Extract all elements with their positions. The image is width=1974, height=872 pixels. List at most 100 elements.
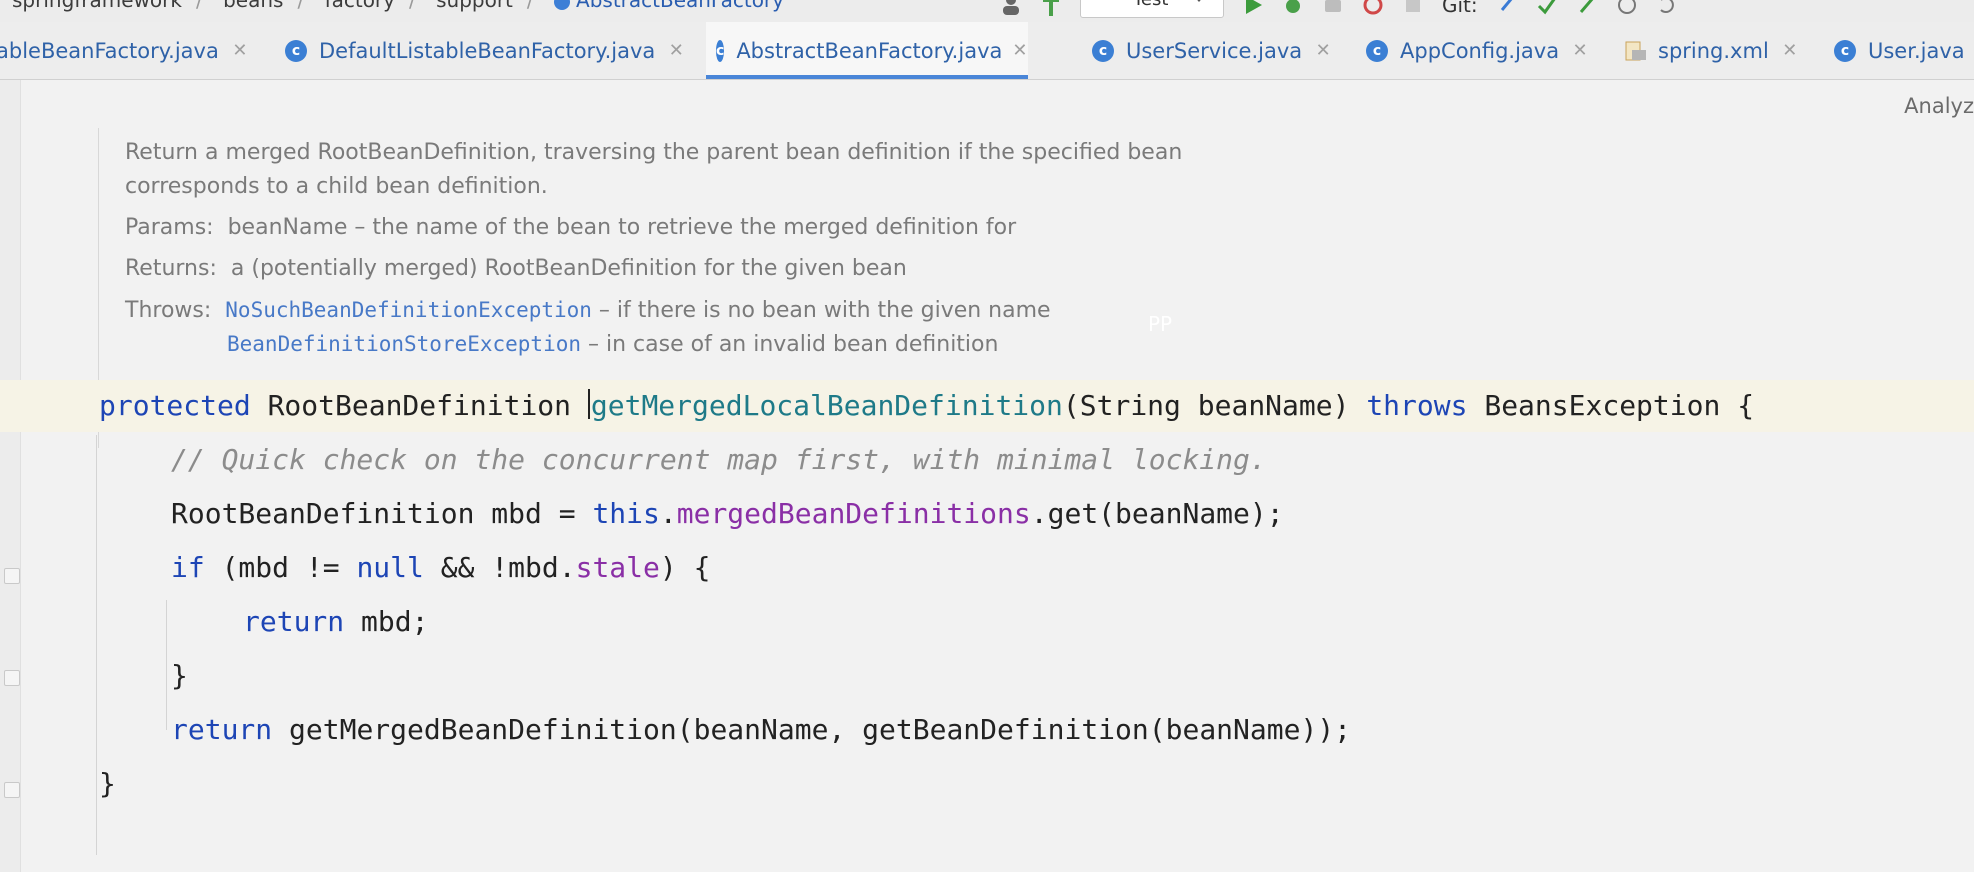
breadcrumb-item[interactable]: beans xyxy=(223,0,283,12)
code-token: . xyxy=(659,497,677,530)
class-icon: c xyxy=(1092,39,1114,62)
code-comment: // Quick check on the concurrent map fir… xyxy=(171,443,1267,476)
run-configuration-label: Test xyxy=(1133,0,1168,10)
doc-exception-link[interactable]: BeanDefinitionStoreException xyxy=(227,332,581,356)
doc-throws-label: Throws: xyxy=(125,298,212,323)
code-token: RootBeanDefinition mbd = xyxy=(171,497,593,530)
doc-description: corresponds to a child bean definition. xyxy=(125,174,548,199)
indent-guide xyxy=(166,600,167,730)
keyword: this xyxy=(592,497,660,530)
doc-params-label: Params: xyxy=(125,215,214,240)
close-icon[interactable]: ✕ xyxy=(1569,40,1591,62)
doc-params-text: beanName – the name of the bean to retri… xyxy=(227,215,1017,240)
doc-throws: BeanDefinitionStoreException – in case o… xyxy=(227,332,998,357)
close-icon[interactable]: ✕ xyxy=(665,40,687,62)
profile-icon[interactable] xyxy=(1362,0,1384,16)
code-token: .get(beanName); xyxy=(1030,497,1284,530)
main-toolbar: Test Git: xyxy=(1000,0,1678,20)
debug-bug-icon[interactable] xyxy=(1282,0,1304,16)
fold-marker-icon[interactable] xyxy=(4,782,20,798)
breadcrumb-separator: / xyxy=(297,0,305,12)
fold-marker-icon[interactable] xyxy=(4,670,20,686)
doc-exception-link[interactable]: NoSuchBeanDefinitionException xyxy=(225,298,592,322)
tab-ablebeanfactory[interactable]: ableBeanFactory.java ✕ xyxy=(0,22,251,79)
tab-label: DefaultListableBeanFactory.java xyxy=(319,38,656,63)
run-configuration-select[interactable]: Test xyxy=(1080,0,1224,18)
keyword: return xyxy=(171,713,273,746)
code-token: RootBeanDefinition xyxy=(250,389,588,422)
close-icon[interactable]: ✕ xyxy=(229,40,251,62)
text-cursor xyxy=(587,389,590,419)
tab-label: User.java xyxy=(1868,38,1965,63)
rollback-icon[interactable] xyxy=(1656,0,1678,16)
navigation-bar: springframework / beans / factory / support… xyxy=(0,0,1974,23)
doc-returns-label: Returns: xyxy=(125,256,217,281)
doc-description: Return a merged RootBeanDefinition, trav… xyxy=(125,140,1183,165)
keyword: throws xyxy=(1366,389,1468,422)
class-icon xyxy=(554,0,571,10)
doc-throws: Throws: NoSuchBeanDefinitionException – … xyxy=(125,298,1051,323)
coverage-icon[interactable] xyxy=(1322,0,1344,16)
doc-params: Params: beanName – the name of the bean … xyxy=(125,215,1016,240)
code-line: return mbd; xyxy=(243,605,428,638)
indent-guide xyxy=(96,435,97,855)
tab-user[interactable]: c User.java xyxy=(1834,22,1965,79)
watermark-text: PP xyxy=(1148,312,1173,336)
git-commit-icon[interactable] xyxy=(1536,0,1558,16)
analyze-label[interactable]: Analyz xyxy=(1904,94,1974,118)
class-icon: c xyxy=(1834,39,1856,62)
keyword: null xyxy=(356,551,424,584)
tab-userservice[interactable]: c UserService.java ✕ xyxy=(1092,22,1334,79)
doc-returns-text: a (potentially merged) RootBeanDefinitio… xyxy=(230,256,907,281)
field-name: stale xyxy=(575,551,660,584)
keyword: return xyxy=(243,605,345,638)
breadcrumb-item-current[interactable]: AbstractBeanFactory xyxy=(576,0,784,12)
code-token: (String beanName) xyxy=(1062,389,1367,422)
git-label: Git: xyxy=(1442,0,1478,17)
tab-label: ableBeanFactory.java xyxy=(0,38,219,63)
tab-label: spring.xml xyxy=(1658,38,1769,63)
close-icon[interactable]: ✕ xyxy=(1779,40,1801,62)
build-hammer-icon[interactable] xyxy=(1040,0,1062,16)
tab-label: UserService.java xyxy=(1126,38,1303,63)
history-clock-icon[interactable] xyxy=(1616,0,1638,16)
code-token: getMergedBeanDefinition(beanName, getBea… xyxy=(272,713,1352,746)
breadcrumb-separator: / xyxy=(195,0,203,12)
run-icon[interactable] xyxy=(1242,0,1264,16)
editor-tab-bar: ableBeanFactory.java ✕ c DefaultListable… xyxy=(0,22,1974,80)
tab-abstractbeanfactory[interactable]: c AbstractBeanFactory.java ✕ xyxy=(706,22,1028,79)
breadcrumb-separator: / xyxy=(409,0,416,12)
code-token: && !mbd. xyxy=(423,551,576,584)
code-editor[interactable]: Analyz Return a merged RootBeanDefinitio… xyxy=(0,80,1974,872)
breadcrumb-item[interactable]: support xyxy=(436,0,513,12)
stop-icon[interactable] xyxy=(1402,0,1424,16)
code-token: mbd; xyxy=(344,605,429,638)
fold-marker-icon[interactable] xyxy=(4,568,20,584)
git-update-icon[interactable] xyxy=(1496,0,1518,16)
class-icon: c xyxy=(1366,39,1388,62)
keyword: protected xyxy=(99,389,251,422)
close-icon[interactable]: ✕ xyxy=(1012,40,1027,62)
breadcrumb-item[interactable]: springframework xyxy=(12,0,182,12)
code-token: BeansException { xyxy=(1467,389,1755,422)
class-icon: c xyxy=(716,39,725,62)
code-line: protected RootBeanDefinition getMergedLo… xyxy=(99,389,1754,422)
code-line: if (mbd != null && !mbd.stale) { xyxy=(171,551,710,584)
breadcrumb-item[interactable]: factory xyxy=(325,0,395,12)
doc-returns: Returns: a (potentially merged) RootBean… xyxy=(125,256,907,281)
close-icon[interactable]: ✕ xyxy=(1312,40,1334,62)
code-line: } xyxy=(171,659,188,692)
code-area[interactable]: protected RootBeanDefinition getMergedLo… xyxy=(0,80,1754,800)
git-push-icon[interactable] xyxy=(1576,0,1598,16)
field-name: mergedBeanDefinitions xyxy=(676,497,1031,530)
class-icon: c xyxy=(285,39,307,62)
chevron-down-icon xyxy=(1193,0,1205,2)
user-icon[interactable] xyxy=(1000,0,1022,16)
tab-appconfig[interactable]: c AppConfig.java ✕ xyxy=(1366,22,1591,79)
breadcrumb: springframework / beans / factory / support… xyxy=(12,0,798,12)
tab-spring-xml[interactable]: spring.xml ✕ xyxy=(1624,22,1801,79)
tab-defaultlistablebeanfactory[interactable]: c DefaultListableBeanFactory.java ✕ xyxy=(285,22,687,79)
keyword: if xyxy=(171,551,205,584)
code-line: RootBeanDefinition mbd = this.mergedBean… xyxy=(171,497,1284,530)
tab-label: AppConfig.java xyxy=(1400,38,1560,63)
